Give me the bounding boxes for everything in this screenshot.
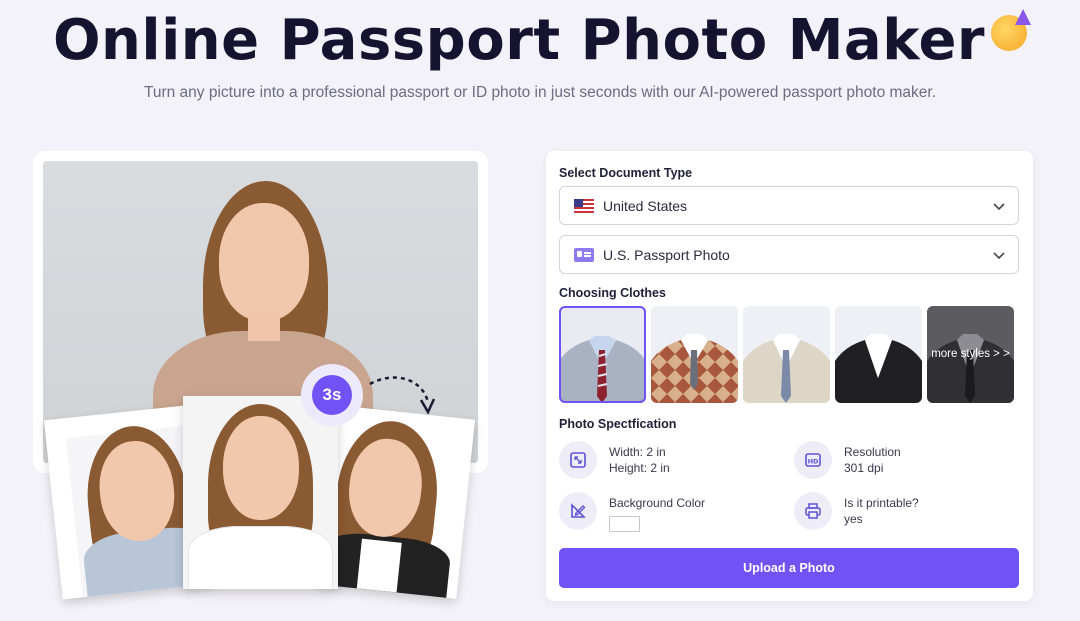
clothes-option-beige-suit[interactable] [743,306,830,403]
timer-label: 3s [312,375,352,415]
clothes-option-black-suit[interactable] [835,306,922,403]
svg-text:HD: HD [808,458,819,466]
spec-resolution-value: 301 dpi [844,461,884,475]
processing-time-badge: 3s [301,364,363,426]
spec-height: Height: 2 in [609,461,670,475]
chevron-down-icon [993,252,1005,260]
clothes-label: Choosing Clothes [559,286,666,300]
spec-printable-title: Is it printable? [844,496,919,510]
chevron-down-icon [993,203,1005,211]
result-photo-right [316,405,476,599]
country-select-value: United States [603,197,688,214]
clothes-option-blue-suit[interactable] [559,306,646,403]
clothes-option-more-styles[interactable]: more styles > > [927,306,1014,403]
page-title: Online Passport Photo Maker [0,8,1080,74]
result-photo-center [183,396,338,589]
curved-arrow-icon [369,376,436,415]
party-face-emoji-icon [991,15,1028,51]
document-type-label: Select Document Type [559,166,693,180]
spec-resolution: HD Resolution 301 dpi [794,441,901,479]
spec-size: Width: 2 in Height: 2 in [559,441,670,479]
pencil-ruler-icon [559,492,597,530]
spec-printable: Is it printable? yes [794,492,919,530]
upload-photo-button[interactable]: Upload a Photo [559,548,1019,588]
spec-width: Width: 2 in [609,445,666,459]
document-select[interactable]: U.S. Passport Photo [559,235,1019,274]
more-styles-link[interactable]: more styles > > [927,348,1014,360]
spec-printable-value: yes [844,512,863,526]
clothes-option-argyle-vest[interactable] [651,306,738,403]
us-flag-icon [574,198,594,213]
passport-config-panel: Select Document Type United States U.S. … [546,151,1033,601]
document-select-value: U.S. Passport Photo [603,246,730,263]
spec-label: Photo Spectfication [559,417,677,431]
spec-resolution-title: Resolution [844,445,901,459]
page-title-text: Online Passport Photo Maker [52,8,986,73]
page-subtitle: Turn any picture into a professional pas… [143,84,937,101]
spec-background-title: Background Color [609,496,706,510]
country-select[interactable]: United States [559,186,1019,225]
printer-icon [794,492,832,530]
id-card-icon [574,247,594,262]
hd-icon: HD [794,441,832,479]
background-color-swatch[interactable] [609,516,640,532]
resize-icon [559,441,597,479]
spec-background: Background Color [559,492,705,532]
